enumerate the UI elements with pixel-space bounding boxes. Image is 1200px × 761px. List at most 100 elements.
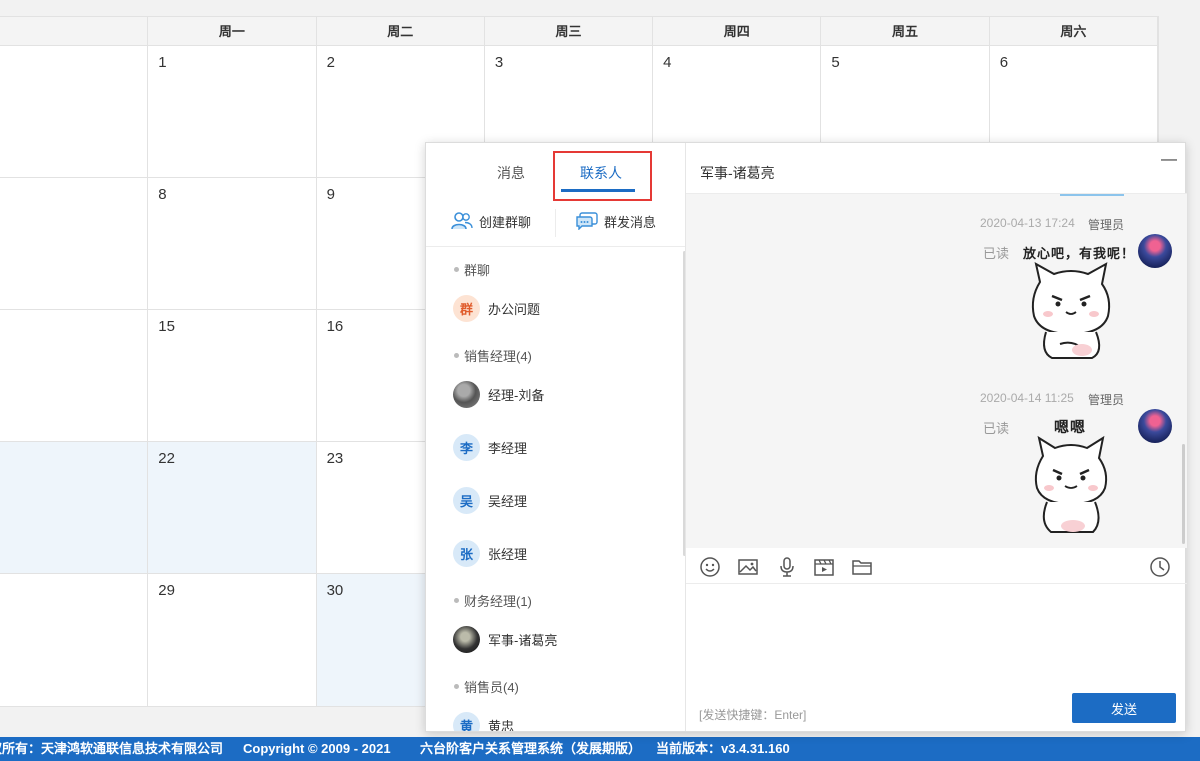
send-shortcut-hint: [发送快捷键：Enter] <box>699 708 807 722</box>
calendar-day-cell[interactable]: 8 <box>148 178 317 309</box>
day-number: 23 <box>326 450 344 467</box>
calendar-day-cell[interactable]: 29 <box>148 574 317 706</box>
day-number: 15 <box>158 318 175 335</box>
history-clock-icon[interactable] <box>1149 556 1171 578</box>
message-time: 2020-04-13 17:24 <box>980 216 1075 230</box>
microphone-icon[interactable] <box>776 556 798 578</box>
image-icon[interactable] <box>737 556 759 578</box>
day-number: 16 <box>326 318 344 335</box>
footer-bar: 版权所有：天津鸿软通联信息技术有限公司 Copyright © 2009 - 2… <box>0 737 1200 761</box>
calendar-day-cell[interactable]: 15 <box>148 310 317 441</box>
message-sender: 管理员 <box>1088 218 1125 232</box>
group-users-icon <box>451 212 473 230</box>
contact-group-label[interactable]: 群聊 <box>454 260 490 279</box>
contact-item[interactable]: 军事-诸葛亮 <box>453 626 557 653</box>
contact-name: 吴经理 <box>488 494 528 509</box>
calendar-day-cell[interactable] <box>0 310 149 441</box>
calendar-day-cell[interactable]: 1 <box>148 46 317 177</box>
weekday-monday: 周一 <box>148 17 317 45</box>
weekday-wednesday: 周三 <box>485 17 654 45</box>
day-number: 1 <box>158 54 167 71</box>
footer-system-name: 六台阶客户关系管理系统（发展期版） <box>420 741 642 756</box>
message-text: 放心吧，有我呢！ <box>1023 246 1136 261</box>
contact-item[interactable]: 李 李经理 <box>453 434 527 461</box>
tab-messages[interactable]: 消息 <box>497 163 525 183</box>
calendar-day-cell[interactable]: 22 <box>148 442 317 573</box>
chat-conversation: 军事-诸葛亮 — 2020-04-13 17:24 管理员 已读 放心吧，有我呢… <box>686 143 1187 731</box>
annotation-highlight-box <box>553 151 652 201</box>
actions-divider <box>555 209 556 237</box>
read-status: 已读 <box>983 246 1010 261</box>
day-number: 5 <box>831 54 840 71</box>
contact-name: 军事-诸葛亮 <box>488 633 558 648</box>
day-number: 30 <box>326 582 344 599</box>
cat-sticker-icon <box>1034 435 1108 533</box>
broadcast-message-label: 群发消息 <box>604 214 657 230</box>
weekday-saturday: 周六 <box>990 17 1158 45</box>
calendar-day-cell[interactable] <box>0 178 149 309</box>
footer-copyright: Copyright © 2009 - 2021 <box>243 741 391 756</box>
weekday-thursday: 周四 <box>653 17 822 45</box>
day-number: 2 <box>326 54 335 71</box>
contact-name: 张经理 <box>488 547 528 562</box>
emoji-icon[interactable] <box>699 556 721 578</box>
contact-item[interactable]: 黄 黄忠 <box>453 712 514 731</box>
broadcast-chat-icon <box>576 212 598 230</box>
contact-group-label[interactable]: 销售员(4) <box>454 677 519 696</box>
contact-avatar: 黄 <box>453 712 480 731</box>
message-list[interactable]: 2020-04-13 17:24 管理员 已读 放心吧，有我呢！ 2020-04… <box>686 193 1187 548</box>
day-number: 8 <box>158 186 167 203</box>
contact-avatar: 群 <box>453 295 480 322</box>
contact-avatar <box>453 626 480 653</box>
sender-avatar <box>1138 234 1172 268</box>
minimize-button[interactable]: — <box>1161 151 1177 169</box>
day-number: 6 <box>999 54 1009 71</box>
contact-name: 李经理 <box>488 441 528 456</box>
message-time: 2020-04-14 11:25 <box>980 391 1074 405</box>
message-sender: 管理员 <box>1088 393 1125 407</box>
calendar-weekday-header: 周一 周二 周三 周四 周五 周六 <box>0 17 1158 46</box>
contact-actions-bar: 创建群聊 群发消息 <box>426 203 685 247</box>
broadcast-message-button[interactable]: 群发消息 <box>576 209 656 233</box>
chat-window: 消息 联系人 创建群聊 群发消息 群聊 群 办公问题 销售经理(4) 经理-刘备… <box>425 142 1187 732</box>
message-input[interactable]: [发送快捷键：Enter] 发送 <box>686 585 1187 733</box>
day-number: 22 <box>158 450 175 467</box>
sender-avatar <box>1138 409 1172 443</box>
conversation-title: 军事-诸葛亮 <box>700 165 775 181</box>
contact-avatar: 张 <box>453 540 480 567</box>
contact-item[interactable]: 吴 吴经理 <box>453 487 527 514</box>
footer-version: 当前版本：v3.4.31.160 <box>656 741 790 756</box>
cat-sticker-icon <box>1031 262 1111 359</box>
contact-avatar <box>453 381 480 408</box>
message-list-scrollbar[interactable] <box>1182 444 1185 544</box>
contact-group-label[interactable]: 财务经理(1) <box>454 591 532 610</box>
chat-sidebar: 消息 联系人 创建群聊 群发消息 群聊 群 办公问题 销售经理(4) 经理-刘备… <box>426 143 686 731</box>
read-status: 已读 <box>983 421 1010 436</box>
day-number: 29 <box>158 582 175 599</box>
contact-group-label[interactable]: 销售经理(4) <box>454 346 532 365</box>
contact-item[interactable]: 群 办公问题 <box>453 295 540 322</box>
folder-icon[interactable] <box>851 556 873 578</box>
weekday-sunday <box>0 17 149 45</box>
video-icon[interactable] <box>813 556 835 578</box>
calendar-day-cell[interactable] <box>0 46 149 177</box>
day-number: 3 <box>494 54 504 71</box>
create-group-label: 创建群聊 <box>479 214 532 230</box>
weekday-friday: 周五 <box>821 17 990 45</box>
day-number: 9 <box>326 186 335 203</box>
contact-name: 黄忠 <box>488 719 515 731</box>
create-group-button[interactable]: 创建群聊 <box>451 209 531 233</box>
load-more-indicator <box>1060 194 1124 196</box>
contact-name: 经理-刘备 <box>488 388 545 403</box>
footer-copyright-owner: 版权所有：天津鸿软通联信息技术有限公司 <box>0 741 224 756</box>
calendar-day-cell[interactable] <box>0 442 149 573</box>
contact-avatar: 吴 <box>453 487 480 514</box>
app-root: 周一 周二 周三 周四 周五 周六 1 2 3 4 5 6 8 9 10 1 <box>0 0 1200 761</box>
day-number: 4 <box>663 54 672 71</box>
composer-toolbar <box>686 549 1187 584</box>
contact-item[interactable]: 张 张经理 <box>453 540 527 567</box>
contact-name: 办公问题 <box>488 302 541 317</box>
send-button[interactable]: 发送 <box>1072 693 1176 723</box>
contact-item[interactable]: 经理-刘备 <box>453 381 544 408</box>
calendar-day-cell[interactable] <box>0 574 149 706</box>
